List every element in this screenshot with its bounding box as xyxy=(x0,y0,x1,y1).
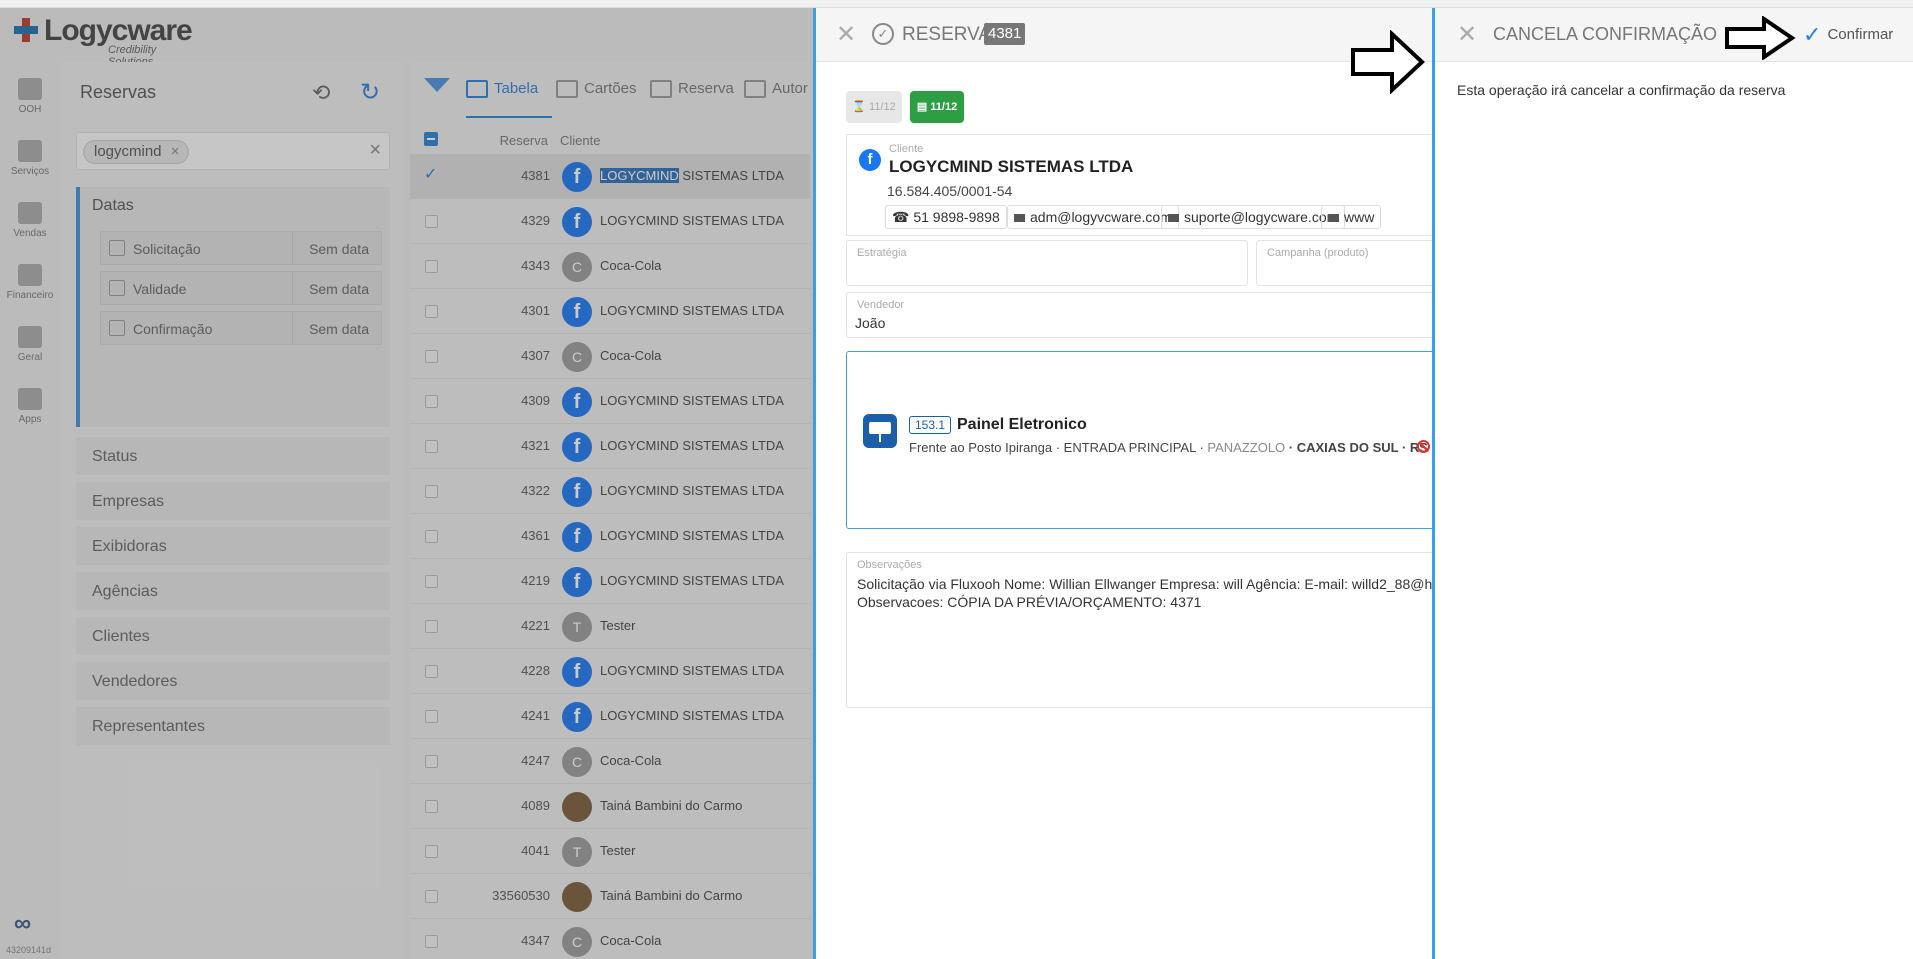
campanha-field[interactable]: Campanha (produto) xyxy=(1256,240,1435,286)
billboard-icon xyxy=(863,414,897,448)
ban-icon[interactable] xyxy=(1417,440,1430,453)
email-icon xyxy=(1168,214,1179,223)
observacoes-field[interactable]: Observações Solicitação via Fluxooh Nome… xyxy=(846,552,1435,708)
document-badge[interactable]: ▤ 11/12 xyxy=(910,91,964,123)
cancela-confirmacao-panel: ✕ CANCELA CONFIRMAÇÃO ✓ Confirmar Esta op… xyxy=(1432,8,1913,959)
reserva-header: ✕ ✓ RESERVA 4381 xyxy=(816,8,1435,62)
painel-code: 153.1 xyxy=(909,416,952,434)
email-value: adm@logyvcware.com xyxy=(1030,209,1172,225)
field-label: Estratégia xyxy=(857,247,907,259)
observacoes-text: Solicitação via Fluxooh Nome: Willian El… xyxy=(857,575,1435,611)
painel-address: Frente ao Posto Ipiranga · ENTRADA PRINC… xyxy=(909,440,1208,455)
check-icon: ✓ xyxy=(1803,22,1822,47)
estrategia-field[interactable]: Estratégia xyxy=(846,240,1248,286)
modal-overlay[interactable] xyxy=(0,8,815,959)
reserva-title: RESERVA xyxy=(902,24,992,45)
painel-card[interactable]: 153.1 Painel Eletronico Frente ao Posto … xyxy=(846,351,1435,529)
annotation-arrow-icon xyxy=(1351,30,1425,94)
confirmar-label: Confirmar xyxy=(1827,25,1894,43)
field-label: Campanha (produto) xyxy=(1267,247,1369,259)
facebook-icon: f xyxy=(859,149,881,171)
website-value: www xyxy=(1344,209,1375,225)
vendedor-field[interactable]: Vendedor João xyxy=(846,292,1435,338)
cliente-card[interactable]: f Cliente LOGYCMIND SISTEMAS LTDA 16.584… xyxy=(846,134,1435,236)
close-icon[interactable]: ✕ xyxy=(836,20,856,49)
painel-city: · CAXIAS DO SUL · RS xyxy=(1285,440,1428,455)
pending-badge[interactable]: ⌛ 11/12 xyxy=(846,91,902,123)
field-value: João xyxy=(855,315,886,331)
check-circle-icon: ✓ xyxy=(872,23,894,45)
observacoes-line: Solicitação via Fluxooh Nome: Willian El… xyxy=(857,576,1433,592)
web-icon xyxy=(1328,214,1339,223)
painel-location: Frente ao Posto Ipiranga · ENTRADA PRINC… xyxy=(909,440,1428,455)
email-icon xyxy=(1014,214,1025,223)
phone-value: 51 9898-9898 xyxy=(913,209,1000,225)
cliente-document: 16.584.405/0001-54 xyxy=(887,183,1013,199)
field-label: Observações xyxy=(857,559,922,571)
reserva-panel: ✕ ✓ RESERVA 4381 ⌛ 11/12 ▤ 11/12 f Clien… xyxy=(813,8,1435,959)
confirmar-button[interactable]: ✓ Confirmar xyxy=(1803,22,1893,50)
painel-bairro: PANAZZOLO xyxy=(1207,440,1286,455)
cancela-header: ✕ CANCELA CONFIRMAÇÃO ✓ Confirmar xyxy=(1435,8,1913,62)
close-icon[interactable]: ✕ xyxy=(1457,20,1477,49)
browser-bar xyxy=(0,0,1913,8)
cancela-message: Esta operação irá cancelar a confirmação… xyxy=(1457,82,1786,98)
document-badge-label: 11/12 xyxy=(930,101,958,113)
phone-icon: ☎ xyxy=(892,209,914,225)
annotation-arrow-icon xyxy=(1725,16,1796,60)
cliente-label: Cliente xyxy=(889,143,924,155)
website-contact[interactable]: www xyxy=(1321,205,1382,229)
email-contact-suporte[interactable]: suporte@logycware.com xyxy=(1161,205,1346,229)
reserva-number-badge: 4381 xyxy=(984,23,1026,45)
cancela-title: CANCELA CONFIRMAÇÃO xyxy=(1493,24,1718,44)
field-label: Vendedor xyxy=(857,299,905,311)
phone-contact[interactable]: ☎ 51 9898-9898 xyxy=(885,205,1007,229)
painel-name: Painel Eletronico xyxy=(957,416,1087,433)
pending-badge-label: 11/12 xyxy=(869,101,896,113)
cliente-name: LOGYCMIND SISTEMAS LTDA xyxy=(889,157,1134,176)
observacoes-line: Observacoes: CÓPIA DA PRÉVIA/ORÇAMENTO: … xyxy=(857,594,1202,610)
email-contact-adm[interactable]: adm@logyvcware.com xyxy=(1007,205,1179,229)
email-value: suporte@logycware.com xyxy=(1184,209,1339,225)
